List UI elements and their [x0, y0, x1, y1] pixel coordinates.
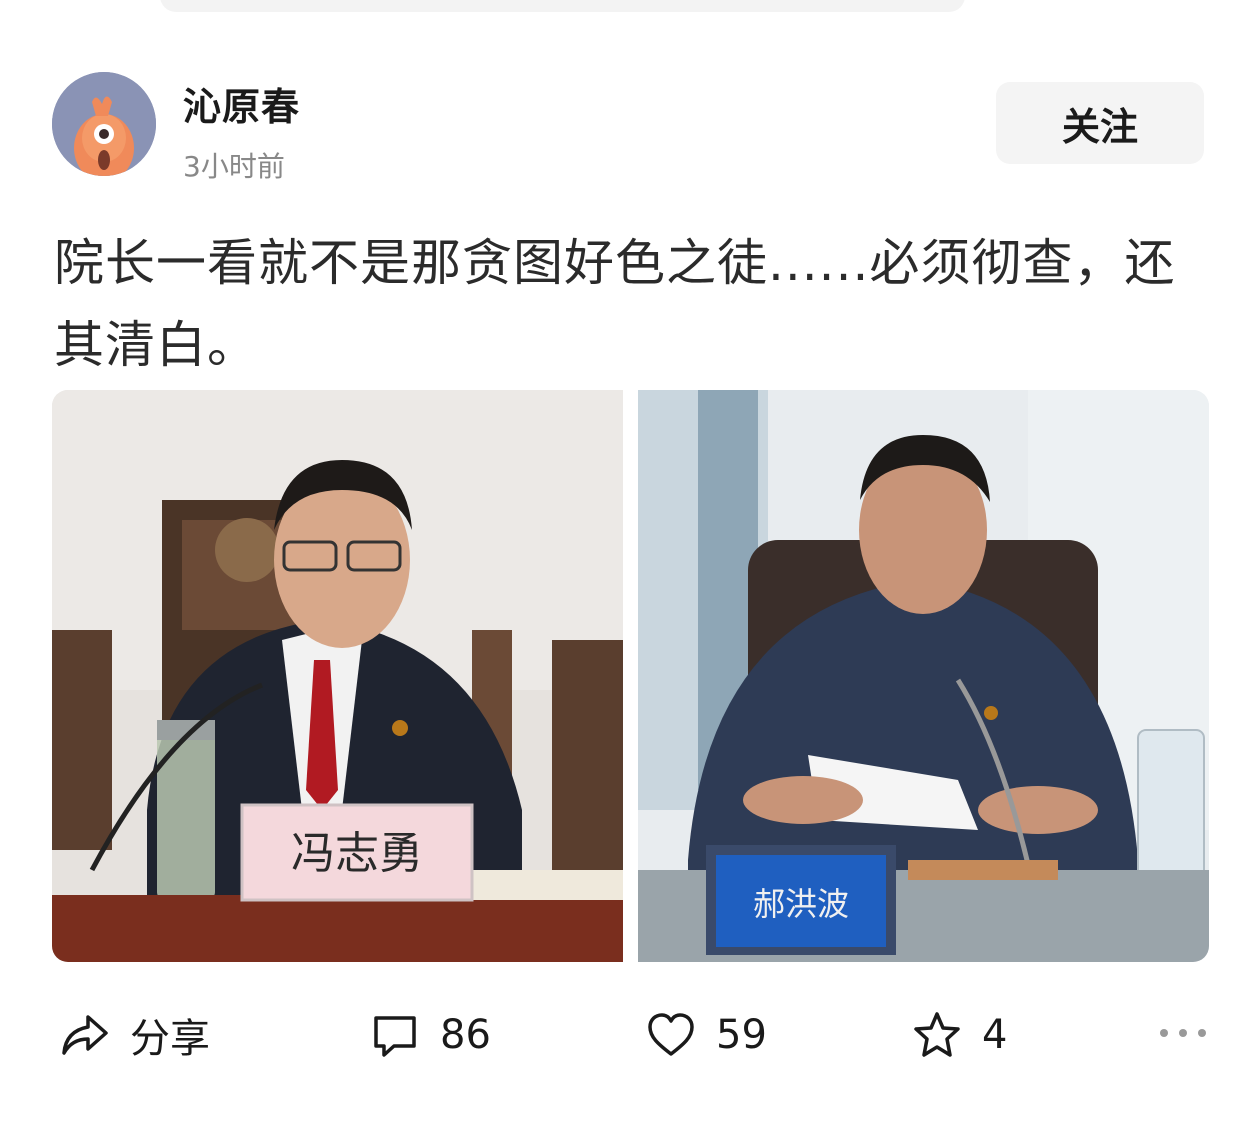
like-button[interactable]: 59 — [646, 995, 767, 1075]
comment-button[interactable]: 86 — [370, 995, 491, 1075]
avatar-image — [52, 72, 156, 176]
heart-icon — [648, 1013, 694, 1056]
previous-card-edge — [160, 0, 965, 12]
share-label: 分享 — [130, 1016, 210, 1062]
follow-button[interactable]: 关注 — [996, 82, 1204, 164]
more-dot — [1198, 1029, 1206, 1037]
comment-icon — [374, 1016, 416, 1057]
share-button[interactable]: 分享 — [58, 995, 210, 1075]
author-name[interactable]: 沁原春 — [183, 76, 300, 131]
more-icon[interactable] — [1160, 1018, 1206, 1048]
post-time: 3小时前 — [183, 150, 285, 183]
favorite-count: 4 — [982, 1012, 1008, 1058]
action-bar: 分享 86 59 4 — [0, 995, 1260, 1075]
nameplate-1: 冯志勇 — [291, 828, 423, 879]
like-count: 59 — [716, 1012, 767, 1058]
comment-count: 86 — [440, 1012, 491, 1058]
star-icon — [914, 1012, 960, 1057]
more-dot — [1179, 1029, 1187, 1037]
more-dot — [1160, 1029, 1168, 1037]
nameplate-2: 郝洪波 — [753, 885, 849, 923]
post-text: 院长一看就不是那贪图好色之徒......必须彻查，还其清白。 — [54, 234, 1176, 374]
photo-left-illustration: 冯志勇 — [52, 390, 623, 962]
share-icon — [62, 1015, 108, 1055]
photo-right-illustration: 郝洪波 — [638, 390, 1209, 962]
post-image-1[interactable]: 冯志勇 — [52, 390, 623, 962]
avatar[interactable] — [52, 72, 156, 176]
favorite-button[interactable]: 4 — [912, 995, 1007, 1075]
post-image-2[interactable]: 郝洪波 — [638, 390, 1209, 962]
